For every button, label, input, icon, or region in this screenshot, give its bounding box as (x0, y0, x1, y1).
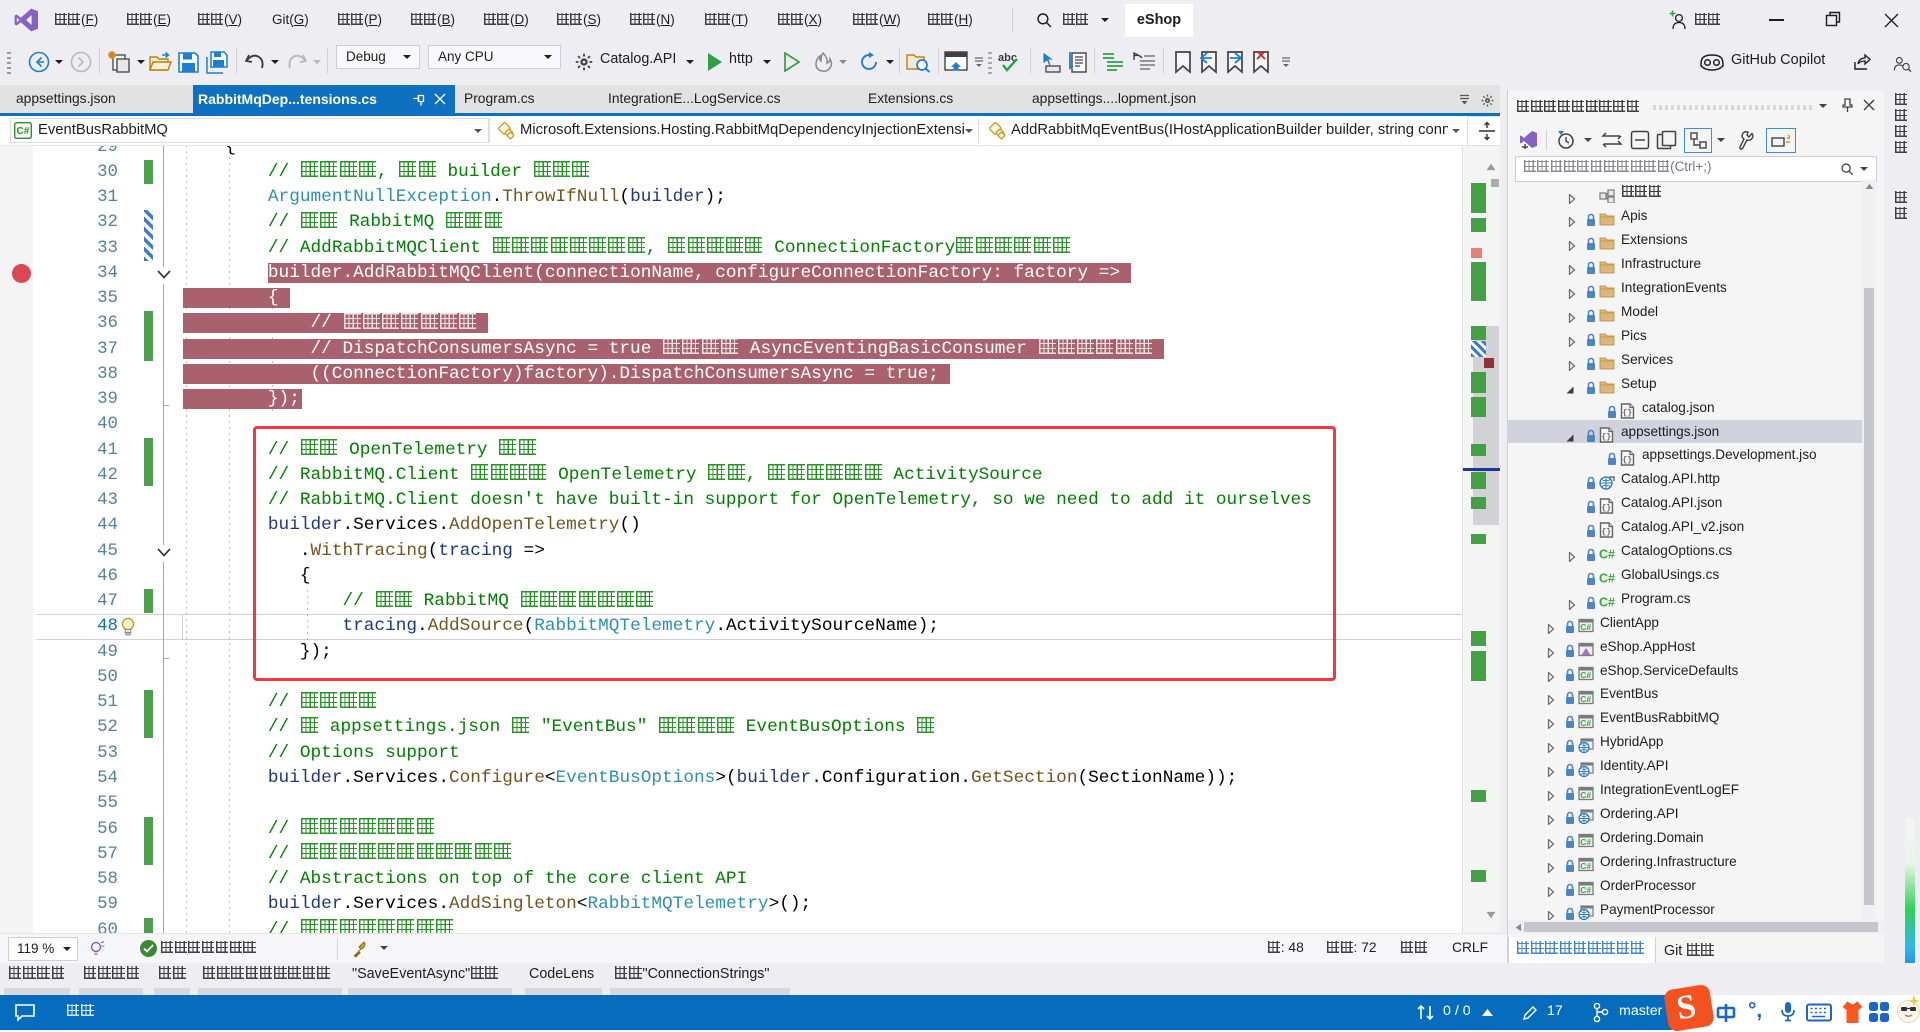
svg-text:{}: {} (1602, 504, 1612, 513)
svg-text:{}: {} (1623, 409, 1633, 418)
svg-text:C#: C# (1580, 790, 1591, 800)
svg-text:C#: C# (1580, 861, 1591, 871)
svg-text:C#: C# (1599, 571, 1615, 585)
svg-text:{}: {} (1602, 528, 1612, 537)
svg-text:C#: C# (1580, 694, 1591, 704)
svg-text:C#: C# (1580, 670, 1591, 680)
svg-text:{}: {} (1623, 456, 1633, 465)
svg-text:C#: C# (17, 126, 30, 137)
svg-text:C#: C# (1580, 718, 1591, 728)
svg-text:C#: C# (1580, 622, 1591, 632)
svg-text:{}: {} (1602, 433, 1612, 442)
svg-text:C#: C# (1580, 837, 1591, 847)
svg-text:C#: C# (1599, 548, 1615, 562)
svg-text:C#: C# (1580, 885, 1591, 895)
svg-text:C#: C# (1599, 595, 1615, 609)
